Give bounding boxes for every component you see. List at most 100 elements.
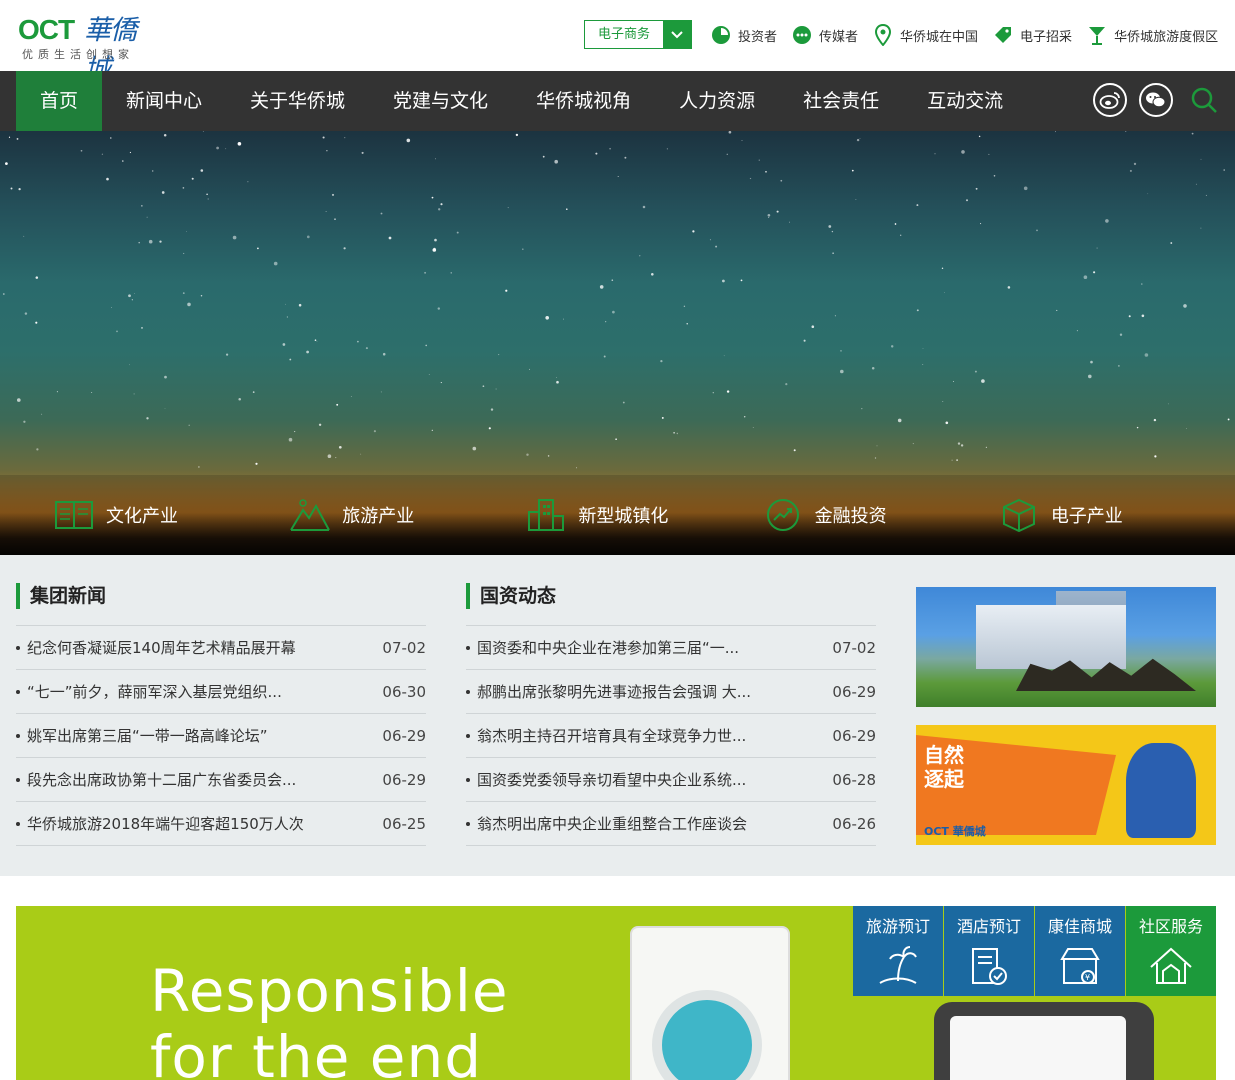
toplink-media[interactable]: 传媒者: [791, 22, 858, 48]
headquarters-photo[interactable]: [916, 587, 1216, 707]
oct-logo[interactable]: OCT 華僑城 优质生活创想家: [18, 6, 158, 85]
logo-slogan: 优质生活创想家: [22, 48, 134, 61]
industry-label: 金融投资: [814, 506, 887, 527]
industry-label: 电子产业: [1050, 506, 1123, 527]
star: [1136, 426, 1139, 429]
star: [661, 416, 664, 419]
sasac-news-title[interactable]: 国资动态: [466, 583, 876, 609]
news-row[interactable]: 国资委党委领导亲切看望中央企业系统... 06-28: [466, 758, 876, 802]
industry-electronics[interactable]: 电子产业: [999, 495, 1235, 535]
island-icon: [873, 942, 923, 992]
star: [122, 160, 124, 162]
star: [10, 187, 13, 190]
star: [164, 408, 166, 410]
news-row[interactable]: 郝鹏出席张黎明先进事迹报告会强调 大... 06-29: [466, 670, 876, 714]
star: [900, 234, 902, 236]
toplink-procurement[interactable]: 电子招采: [992, 22, 1072, 48]
star: [141, 327, 143, 329]
star: [741, 140, 743, 141]
search-icon[interactable]: [1187, 83, 1221, 117]
cocktail-icon: [1086, 24, 1108, 46]
star: [191, 177, 194, 180]
star: [35, 321, 38, 324]
festival-poster[interactable]: 自然逐起 OCT 華僑城: [916, 725, 1216, 845]
service-hotel-booking[interactable]: 酒店预订: [944, 906, 1034, 996]
star: [780, 179, 783, 182]
star: [437, 307, 440, 310]
star: [433, 247, 436, 251]
star: [960, 444, 964, 447]
bullet-icon: [16, 689, 20, 694]
weibo-icon[interactable]: [1093, 83, 1127, 117]
news-row[interactable]: 翁杰明出席中央企业重组整合工作座谈会 06-26: [466, 802, 876, 846]
star: [785, 383, 788, 386]
wechat-icon[interactable]: [1139, 83, 1173, 117]
star: [101, 153, 104, 155]
nav-item-interaction[interactable]: 互动交流: [903, 71, 1027, 131]
star: [148, 239, 153, 244]
star: [24, 312, 28, 315]
star: [1153, 418, 1157, 422]
tag-icon: [992, 24, 1014, 46]
location-pin-icon: [872, 24, 894, 46]
industry-tourism[interactable]: 旅游产业: [290, 495, 526, 535]
washer-door: [652, 990, 762, 1080]
logo-oct-text: OCT: [18, 14, 75, 45]
news-row[interactable]: 段先念出席政协第十二届广东省委员会... 06-29: [16, 758, 426, 802]
toplink-investors[interactable]: 投资者: [710, 22, 777, 48]
star: [450, 272, 452, 274]
star: [1096, 247, 1098, 249]
news-row[interactable]: “七一”前夕，薛丽军深入基层党组织... 06-30: [16, 670, 426, 714]
industry-culture[interactable]: 文化产业: [54, 495, 290, 535]
sasac-news: 国资动态 国资委和中央企业在港参加第三届“一... 07-02 郝鹏出席张黎明先进…: [466, 583, 876, 846]
nav-item-news-center[interactable]: 新闻中心: [102, 71, 226, 131]
star: [456, 231, 459, 234]
star: [188, 424, 190, 427]
star: [1036, 229, 1038, 232]
nav-item-party-culture[interactable]: 党建与文化: [369, 71, 512, 131]
star: [758, 159, 760, 161]
news-row[interactable]: 姚军出席第三届“一带一路高峰论坛” 06-29: [16, 714, 426, 758]
main-nav: 首页 新闻中心 关于华侨城 党建与文化 华侨城视角 人力资源 社会责任 互动交流: [0, 71, 1235, 131]
service-travel-booking[interactable]: 旅游预订: [853, 906, 943, 996]
industry-urbanization[interactable]: 新型城镇化: [526, 495, 762, 535]
box-icon: [999, 495, 1039, 535]
news-row[interactable]: 翁杰明主持召开培育具有全球竞争力世... 06-29: [466, 714, 876, 758]
nav-item-about[interactable]: 关于华侨城: [226, 71, 369, 131]
group-news-title[interactable]: 集团新闻: [16, 583, 426, 609]
service-konka-mall[interactable]: 康佳商城 ¥: [1035, 906, 1125, 996]
star: [611, 279, 614, 281]
star: [673, 432, 675, 434]
news-row[interactable]: 华侨城旅游2018年端午迎客超150万人次 06-25: [16, 802, 426, 846]
toplink-resort[interactable]: 华侨城旅游度假区: [1086, 22, 1218, 48]
nav-item-home[interactable]: 首页: [16, 71, 103, 131]
star: [1076, 330, 1078, 332]
ecommerce-dropdown[interactable]: 电子商务: [584, 20, 692, 49]
bullet-icon: [466, 645, 470, 650]
star: [556, 377, 557, 378]
star: [438, 208, 441, 211]
star: [289, 358, 292, 361]
star: [163, 134, 167, 137]
star: [428, 373, 430, 375]
service-community[interactable]: 社区服务: [1126, 906, 1216, 996]
nav-item-oct-perspective[interactable]: 华侨城视角: [512, 71, 655, 131]
chevron-down-icon[interactable]: [663, 21, 691, 48]
star: [945, 421, 949, 425]
bullet-icon: [16, 645, 20, 650]
news-row[interactable]: 国资委和中央企业在港参加第三届“一... 07-02: [466, 626, 876, 670]
news-date: 06-29: [832, 726, 876, 745]
nav-item-social-responsibility[interactable]: 社会责任: [779, 71, 903, 131]
star: [603, 355, 606, 358]
toplink-oct-in-china[interactable]: 华侨城在中国: [872, 22, 978, 48]
mountain-icon: [290, 495, 331, 535]
star: [282, 343, 286, 346]
star: [576, 467, 578, 469]
nav-item-hr[interactable]: 人力资源: [655, 71, 779, 131]
star: [306, 235, 310, 239]
news-title: 段先念出席政协第十二届广东省委员会...: [27, 771, 297, 789]
star: [874, 457, 877, 459]
industry-finance[interactable]: 金融投资: [763, 495, 999, 535]
star: [1055, 131, 1056, 133]
news-row[interactable]: 纪念何香凝诞辰140周年艺术精品展开幕 07-02: [16, 626, 426, 670]
